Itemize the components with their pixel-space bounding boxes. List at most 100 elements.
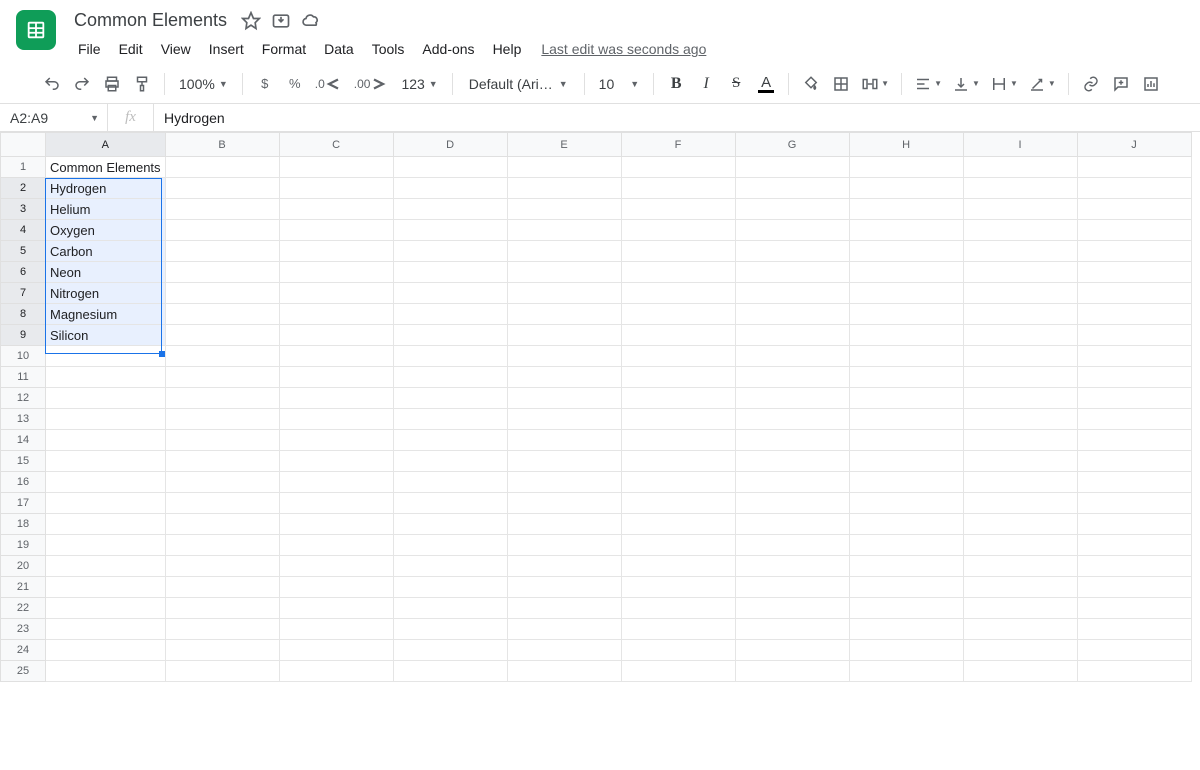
print-button[interactable] — [98, 70, 126, 98]
cell[interactable] — [507, 199, 621, 220]
cell[interactable] — [963, 661, 1077, 682]
cell[interactable] — [735, 346, 849, 367]
cell[interactable] — [279, 241, 393, 262]
cell[interactable] — [849, 220, 963, 241]
cell[interactable] — [507, 157, 621, 178]
cell[interactable] — [393, 178, 507, 199]
cell[interactable] — [963, 304, 1077, 325]
cell[interactable] — [849, 598, 963, 619]
cell[interactable] — [393, 451, 507, 472]
cell[interactable] — [165, 157, 279, 178]
cell[interactable] — [849, 346, 963, 367]
cell[interactable] — [393, 430, 507, 451]
cell[interactable] — [735, 619, 849, 640]
cell[interactable] — [621, 472, 735, 493]
cell[interactable] — [165, 535, 279, 556]
cell[interactable] — [1077, 157, 1191, 178]
cell[interactable] — [165, 367, 279, 388]
cell[interactable] — [963, 598, 1077, 619]
cell[interactable] — [735, 283, 849, 304]
cell[interactable] — [279, 451, 393, 472]
cell[interactable] — [1077, 493, 1191, 514]
cell[interactable] — [735, 430, 849, 451]
column-header[interactable]: H — [849, 133, 963, 157]
cell[interactable] — [849, 556, 963, 577]
cell[interactable] — [1077, 472, 1191, 493]
cell[interactable] — [735, 388, 849, 409]
cell[interactable] — [165, 451, 279, 472]
cell[interactable] — [393, 388, 507, 409]
cell[interactable] — [393, 577, 507, 598]
cell[interactable] — [46, 661, 166, 682]
bold-button[interactable]: B — [662, 70, 690, 98]
cell[interactable] — [507, 409, 621, 430]
cell[interactable]: Neon — [46, 262, 166, 283]
column-header[interactable]: B — [165, 133, 279, 157]
cell[interactable] — [507, 262, 621, 283]
cell[interactable] — [165, 472, 279, 493]
undo-button[interactable] — [38, 70, 66, 98]
cell[interactable] — [46, 409, 166, 430]
cell[interactable] — [621, 451, 735, 472]
text-wrap-button[interactable]: ▼ — [986, 70, 1022, 98]
cell[interactable] — [279, 514, 393, 535]
cell[interactable] — [507, 451, 621, 472]
text-rotation-button[interactable]: ▼ — [1024, 70, 1060, 98]
cell[interactable] — [849, 514, 963, 535]
cell[interactable] — [849, 409, 963, 430]
cell[interactable] — [46, 556, 166, 577]
cell[interactable] — [393, 262, 507, 283]
cell[interactable] — [621, 598, 735, 619]
cell[interactable] — [507, 367, 621, 388]
row-header[interactable]: 7 — [1, 283, 46, 304]
sheets-app-icon[interactable] — [16, 10, 56, 50]
cell[interactable] — [963, 283, 1077, 304]
cell[interactable]: Magnesium — [46, 304, 166, 325]
cell[interactable] — [963, 577, 1077, 598]
cell[interactable] — [621, 535, 735, 556]
cell[interactable] — [963, 178, 1077, 199]
menu-insert[interactable]: Insert — [201, 37, 252, 61]
cell[interactable] — [393, 304, 507, 325]
insert-link-button[interactable] — [1077, 70, 1105, 98]
cell[interactable] — [393, 409, 507, 430]
cell[interactable] — [1077, 220, 1191, 241]
cell[interactable] — [735, 556, 849, 577]
row-header[interactable]: 2 — [1, 178, 46, 199]
cell[interactable] — [165, 640, 279, 661]
cell[interactable] — [1077, 178, 1191, 199]
cell[interactable] — [621, 493, 735, 514]
document-title[interactable]: Common Elements — [70, 8, 231, 33]
cell[interactable] — [393, 556, 507, 577]
cell[interactable] — [507, 283, 621, 304]
cell[interactable] — [165, 619, 279, 640]
cell[interactable] — [165, 346, 279, 367]
cell[interactable] — [1077, 535, 1191, 556]
cell[interactable] — [849, 577, 963, 598]
cell[interactable] — [963, 472, 1077, 493]
cell[interactable] — [1077, 199, 1191, 220]
cell[interactable] — [1077, 367, 1191, 388]
row-header[interactable]: 19 — [1, 535, 46, 556]
decrease-decimal-button[interactable]: .0 — [311, 70, 348, 98]
cell[interactable] — [279, 661, 393, 682]
cell[interactable] — [735, 325, 849, 346]
insert-comment-button[interactable] — [1107, 70, 1135, 98]
cell[interactable] — [165, 493, 279, 514]
cell[interactable] — [849, 241, 963, 262]
cell[interactable] — [165, 430, 279, 451]
cell[interactable] — [621, 430, 735, 451]
select-all-corner[interactable] — [1, 133, 46, 157]
move-icon[interactable] — [271, 11, 291, 31]
cell[interactable] — [279, 493, 393, 514]
row-header[interactable]: 9 — [1, 325, 46, 346]
cell[interactable] — [849, 199, 963, 220]
cell[interactable] — [849, 304, 963, 325]
cell[interactable] — [165, 178, 279, 199]
cell[interactable]: Nitrogen — [46, 283, 166, 304]
cell[interactable] — [1077, 409, 1191, 430]
formula-input[interactable]: Hydrogen — [154, 110, 1200, 126]
cell[interactable] — [621, 325, 735, 346]
cell[interactable]: Hydrogen — [46, 178, 166, 199]
cell[interactable] — [46, 619, 166, 640]
